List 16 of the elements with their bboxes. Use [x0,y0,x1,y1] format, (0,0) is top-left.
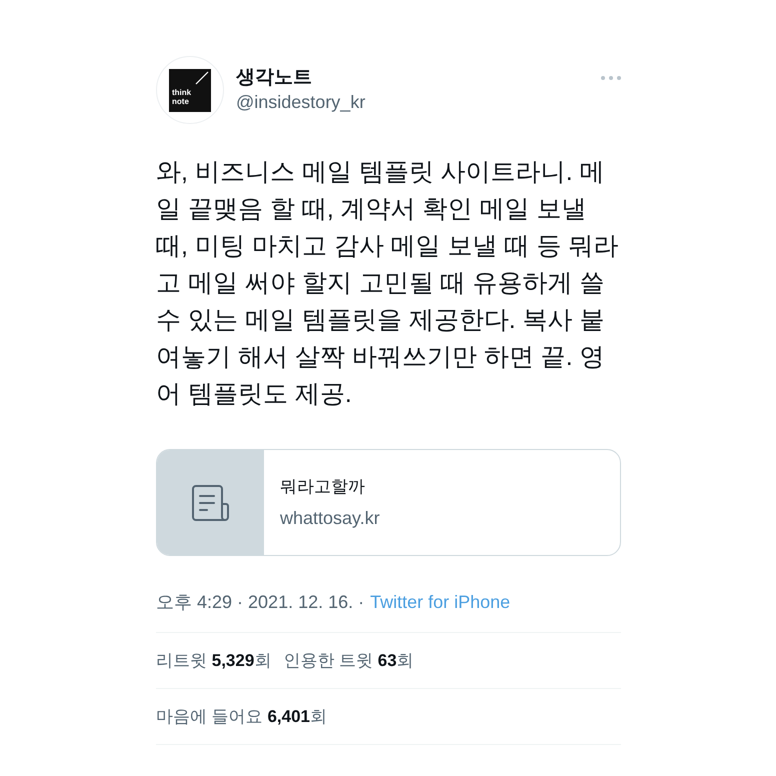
tweet-timestamp: 오후 4:29 · 2021. 12. 16. · [156,591,364,614]
stat-count[interactable]: 리트윗 5,329회 [156,650,272,672]
tweet-text: 와, 비즈니스 메일 템플릿 사이트라니. 메일 끝맺음 할 때, 계약서 확인 메일 보낼 때, 미팅 마치고 감사 메일 보낼 때 등 뭐라고 메일 써야 할지 고민될 때 유용하게 쓸 수 있는 메일 템플릿을 제공한다. 복사 붙여놓기 해서 살짝 바꿔쓰기만 하면 끝. 영어 템플릿도 제공. [156,157,620,410]
stat-count[interactable]: 인용한 트윗 63회 [283,650,414,672]
link-card[interactable]: 뭐라고할까 whattosay.kr [156,449,621,556]
logo-text: note [172,96,189,106]
author-handle[interactable]: @insidestory_kr [236,90,366,114]
document-icon [192,484,230,520]
more-icon[interactable] [601,76,621,80]
stat-count[interactable]: 마음에 들어요 6,401회 [156,706,327,728]
logo-text: think [172,88,192,96]
author-name[interactable]: 생각노트 [236,66,312,90]
diagonal-line-icon [195,70,209,84]
avatar[interactable]: think note [156,56,224,124]
link-title: 뭐라고할까 [280,476,365,498]
link-domain: whattosay.kr [280,506,380,530]
